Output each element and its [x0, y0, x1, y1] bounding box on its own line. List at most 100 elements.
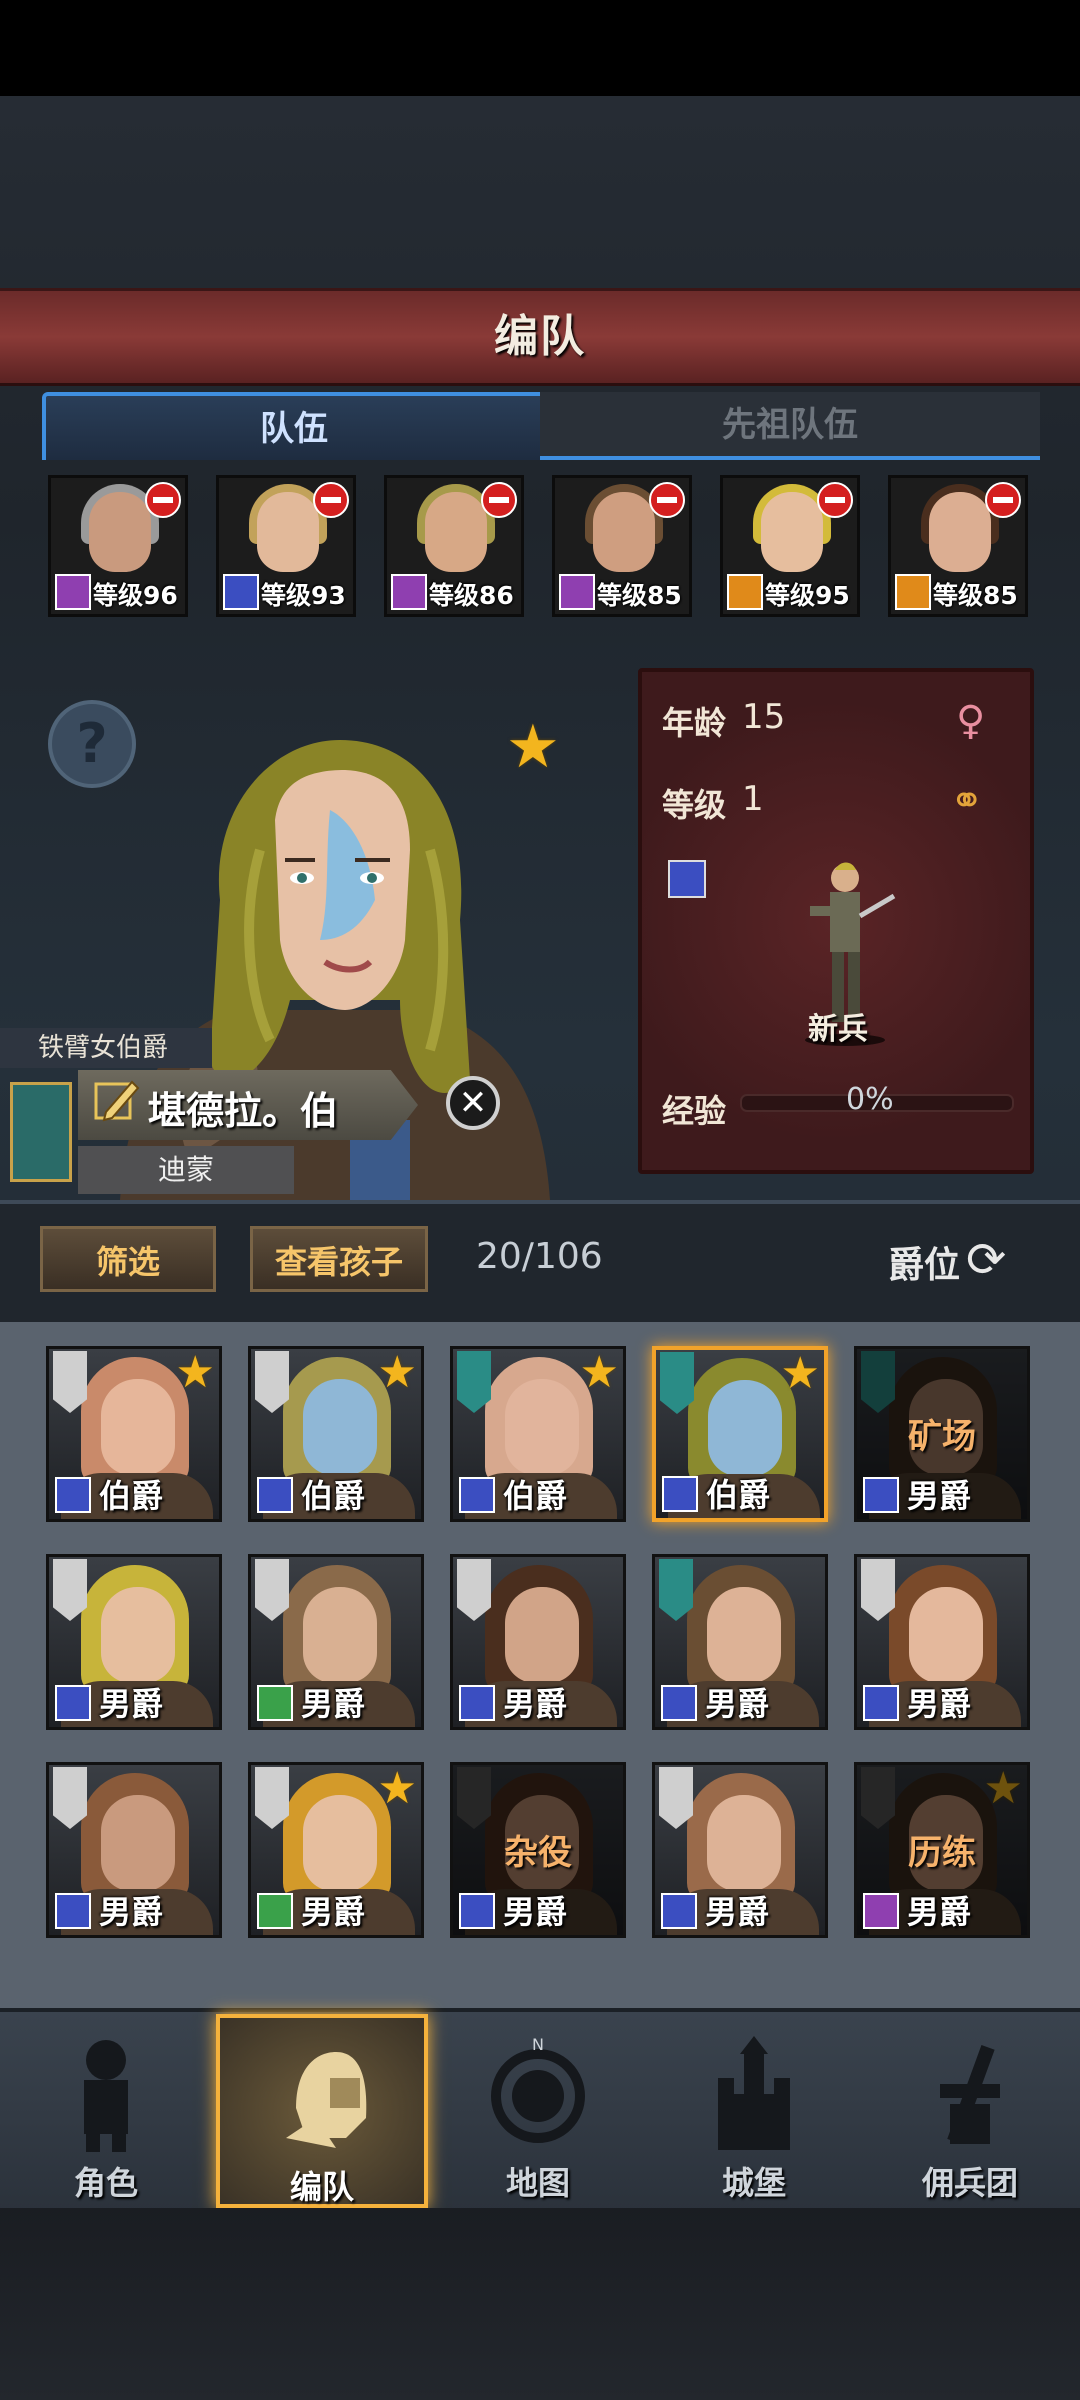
rename-pencil-icon[interactable] — [92, 1076, 142, 1126]
class-icon — [863, 1477, 899, 1513]
team-member-card[interactable]: 等级85 — [552, 475, 692, 617]
character-card[interactable]: 男爵 杂役 — [450, 1762, 626, 1938]
class-icon — [257, 1477, 293, 1513]
character-rank: 伯爵 — [706, 1476, 771, 1514]
class-icon — [55, 574, 91, 610]
member-level: 等级86 — [429, 581, 514, 610]
system-nav-area — [0, 2208, 1080, 2400]
nav-item-knight[interactable]: 角色 — [0, 2014, 212, 2208]
view-children-button[interactable]: 查看孩子 — [250, 1226, 428, 1292]
portrait-face — [708, 1380, 782, 1476]
class-icon — [863, 1685, 899, 1721]
class-icon — [661, 1893, 697, 1929]
team-member-card[interactable]: 等级86 — [384, 475, 524, 617]
class-icon — [391, 574, 427, 610]
character-card[interactable]: 男爵 矿场 — [854, 1346, 1030, 1522]
nav-item-compass[interactable]: N 地图 — [432, 2014, 644, 2208]
class-icon — [863, 1893, 899, 1929]
nav-label: 地图 — [505, 2164, 570, 2202]
portrait-face — [593, 492, 655, 572]
character-card[interactable]: ★ 男爵 — [248, 1762, 424, 1938]
star-icon: ★ — [377, 1763, 417, 1814]
house-banner-icon — [10, 1082, 72, 1182]
close-button[interactable]: ✕ — [446, 1076, 500, 1130]
nav-item-helmet[interactable]: 编队 — [216, 2014, 428, 2208]
remove-member-icon[interactable] — [481, 482, 517, 518]
nav-item-castle[interactable]: 城堡 — [648, 2014, 860, 2208]
character-rank: 男爵 — [99, 1893, 164, 1931]
tab-team[interactable]: 队伍 — [42, 392, 546, 460]
character-card[interactable]: 男爵 — [46, 1554, 222, 1730]
filter-button[interactable]: 筛选 — [40, 1226, 216, 1292]
character-card[interactable]: 男爵 — [854, 1554, 1030, 1730]
portrait-face — [303, 1795, 377, 1891]
age-value: 15 — [742, 697, 786, 737]
class-icon — [661, 1685, 697, 1721]
hero-title: 铁臂女伯爵 — [0, 1028, 212, 1068]
portrait-face — [101, 1795, 175, 1891]
character-card[interactable]: ★男爵历练 — [854, 1762, 1030, 1938]
class-icon — [257, 1893, 293, 1929]
portrait-face — [707, 1587, 781, 1683]
team-member-card[interactable]: 等级96 — [48, 475, 188, 617]
rank-sort-label[interactable]: 爵位 — [888, 1236, 960, 1288]
star-icon: ★ — [175, 1347, 215, 1398]
portrait-face — [505, 1379, 579, 1475]
nav-label: 角色 — [73, 2164, 138, 2202]
character-card[interactable]: ★ 伯爵 — [248, 1346, 424, 1522]
character-card[interactable]: 男爵 — [450, 1554, 626, 1730]
marriage-rings-icon[interactable]: ⚭ — [950, 778, 984, 824]
portrait-face — [909, 1587, 983, 1683]
remove-member-icon[interactable] — [145, 482, 181, 518]
character-rank: 伯爵 — [99, 1477, 164, 1515]
character-rank: 男爵 — [705, 1685, 770, 1723]
class-icon — [55, 1893, 91, 1929]
nav-label: 编队 — [289, 2168, 354, 2206]
class-icon — [459, 1685, 495, 1721]
status-bar — [0, 0, 1080, 96]
character-card[interactable]: 男爵 — [248, 1554, 424, 1730]
remove-member-icon[interactable] — [817, 482, 853, 518]
portrait-face — [89, 492, 151, 572]
class-icon — [662, 1476, 698, 1512]
character-card[interactable]: ★ 伯爵 — [652, 1346, 828, 1522]
class-icon — [223, 574, 259, 610]
team-member-card[interactable]: 等级93 — [216, 475, 356, 617]
remove-member-icon[interactable] — [649, 482, 685, 518]
cycle-sort-icon[interactable]: ⟳ — [966, 1232, 1006, 1288]
portrait-face — [303, 1587, 377, 1683]
nav-item-mercenary[interactable]: 佣兵团 — [864, 2014, 1076, 2208]
svg-text:N: N — [532, 2035, 544, 2054]
character-card[interactable]: 男爵 — [652, 1762, 828, 1938]
remove-member-icon[interactable] — [985, 482, 1021, 518]
team-member-card[interactable]: 等级85 — [888, 475, 1028, 617]
character-rank: 男爵 — [301, 1685, 366, 1723]
star-icon: ★ — [579, 1347, 619, 1398]
character-rank: 男爵 — [907, 1893, 972, 1931]
remove-member-icon[interactable] — [313, 482, 349, 518]
mercenary-icon — [940, 2044, 1000, 2144]
tab-ancestor-team[interactable]: 先祖队伍 — [540, 392, 1040, 460]
hero-class-name: 新兵 — [808, 1012, 868, 1047]
star-icon: ★ — [780, 1348, 820, 1399]
portrait-face — [707, 1795, 781, 1891]
favorite-star-icon[interactable]: ★ — [506, 712, 560, 782]
character-rank: 男爵 — [907, 1685, 972, 1723]
character-rank: 伯爵 — [503, 1477, 568, 1515]
character-status: 历练 — [908, 1833, 976, 1873]
character-card[interactable]: ★ 伯爵 — [450, 1346, 626, 1522]
member-level: 等级93 — [261, 581, 346, 610]
hero-name: 堪德拉。伯 — [148, 1089, 339, 1133]
team-member-card[interactable]: 等级95 — [720, 475, 860, 617]
portrait-face — [425, 492, 487, 572]
character-card[interactable]: ★ 伯爵 — [46, 1346, 222, 1522]
character-card[interactable]: 男爵 — [46, 1762, 222, 1938]
character-card[interactable]: 男爵 — [652, 1554, 828, 1730]
female-icon: ♀ — [956, 698, 986, 744]
member-level: 等级95 — [765, 581, 850, 610]
exp-percent: 0% — [846, 1082, 894, 1117]
roster-count: 20/106 — [476, 1236, 603, 1277]
knight-icon — [84, 2040, 128, 2152]
class-icon — [55, 1685, 91, 1721]
page-title: 编队 — [494, 311, 586, 362]
